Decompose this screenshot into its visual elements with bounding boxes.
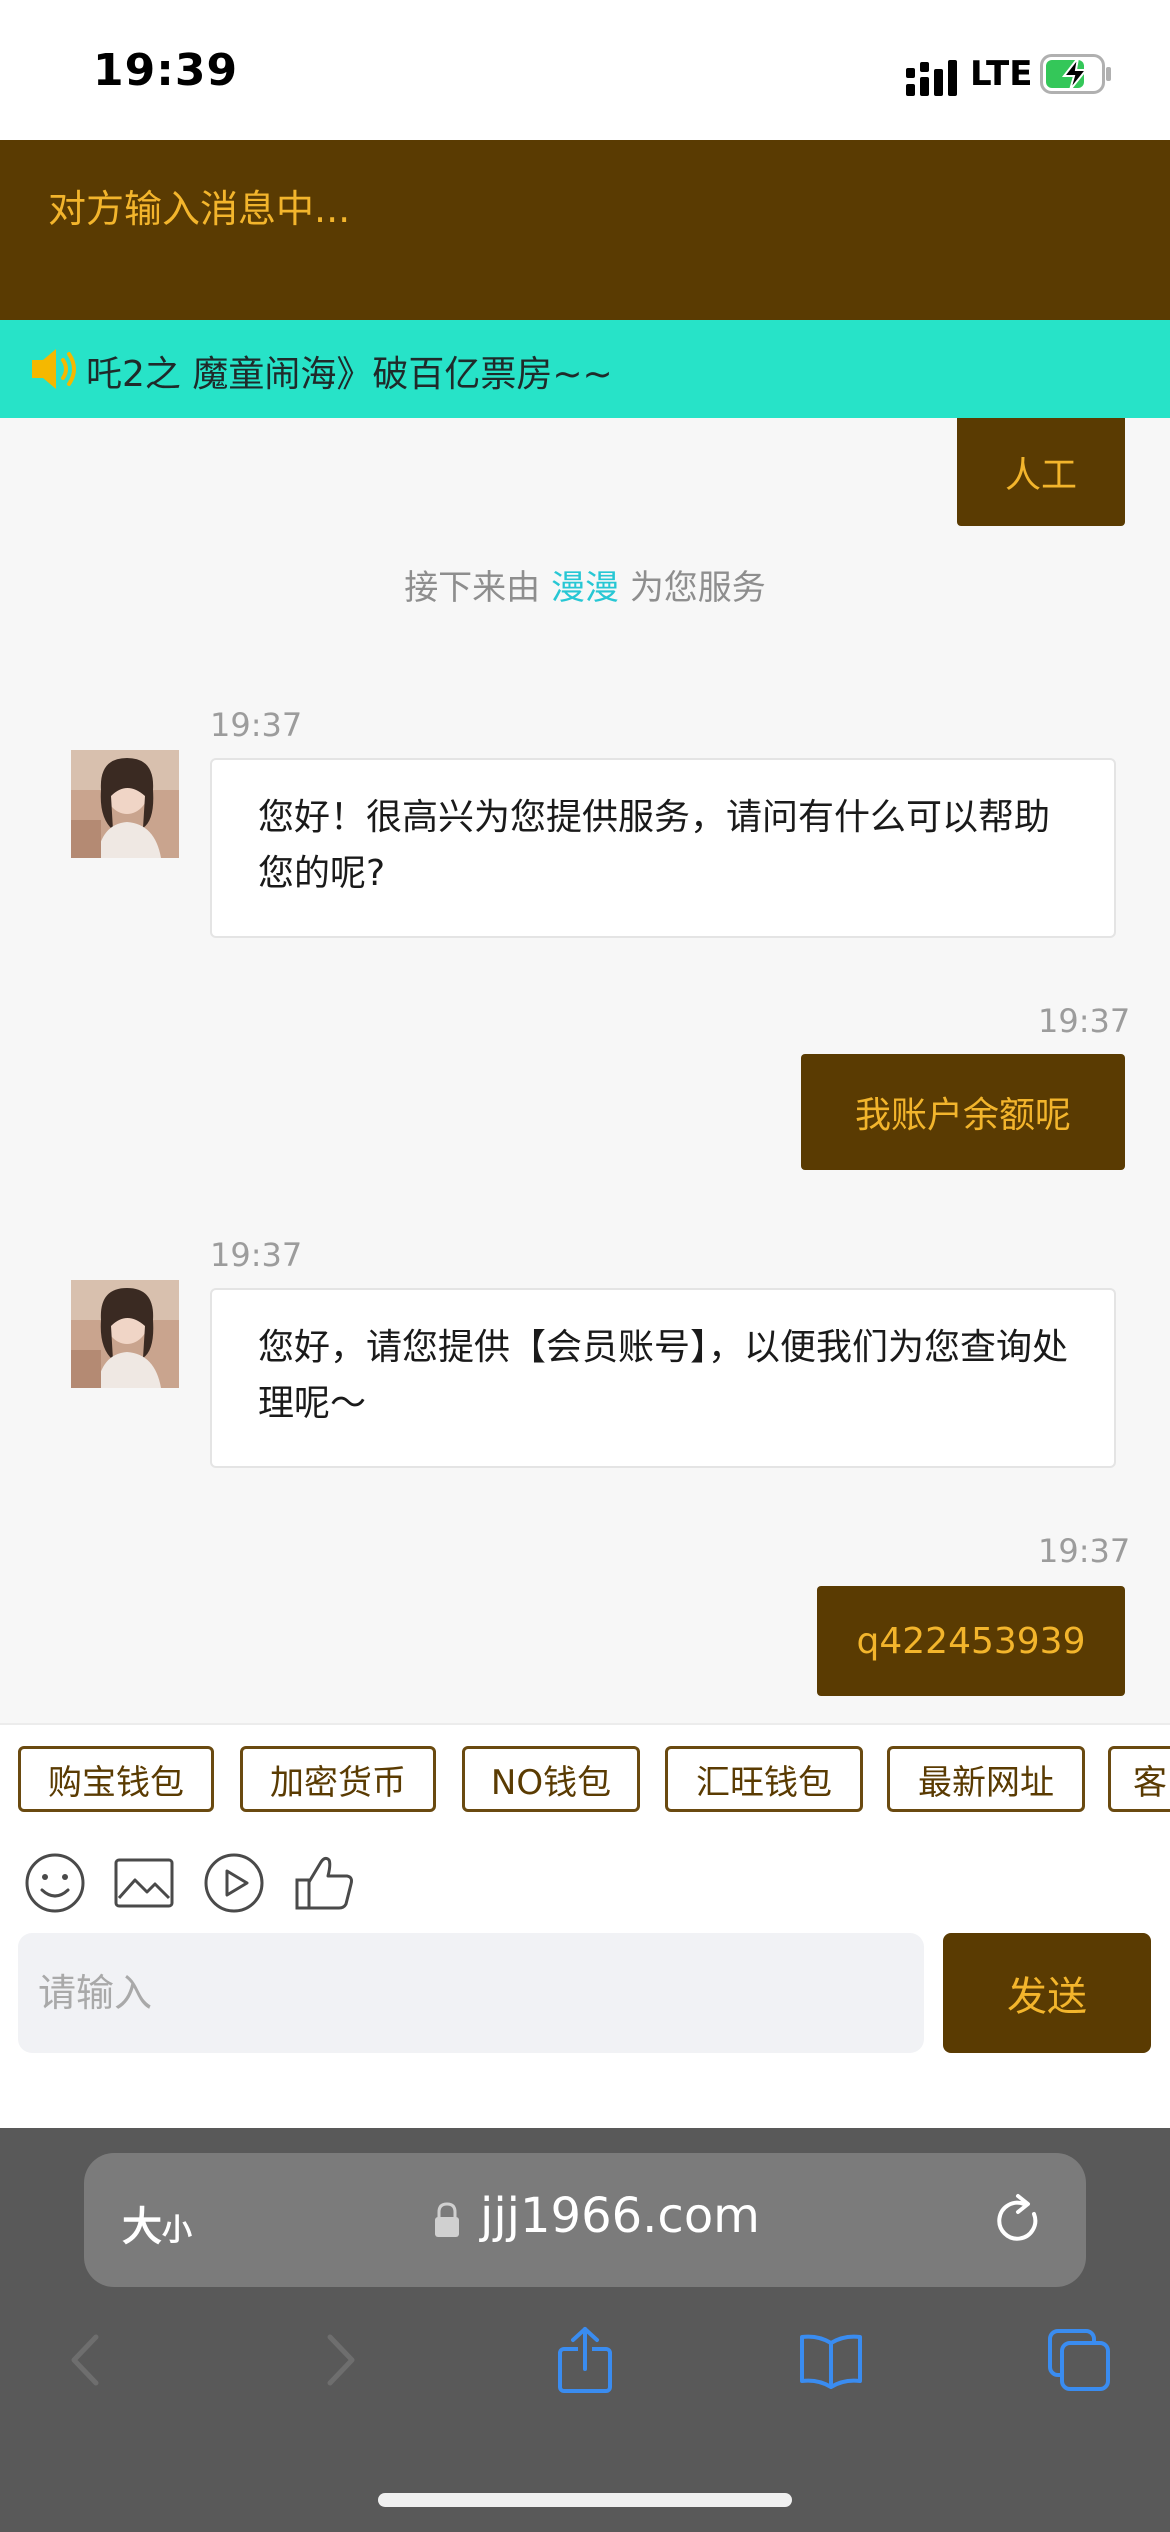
send-button[interactable]: 发送 xyxy=(943,1933,1151,2053)
quick-tag[interactable]: 客 xyxy=(1108,1746,1170,1812)
status-time: 19:39 xyxy=(93,45,239,96)
user-message-text: q422453939 xyxy=(856,1620,1086,1662)
tabs-icon[interactable] xyxy=(1044,2325,1114,2395)
image-icon[interactable] xyxy=(111,1850,177,1916)
quick-tag[interactable]: 加密货币 xyxy=(240,1746,436,1812)
user-message: 人工 xyxy=(957,418,1125,526)
notice-text: 吒2之 魔童闹海》破百亿票房~~ xyxy=(86,354,613,395)
quick-tag[interactable]: 汇旺钱包 xyxy=(665,1746,863,1812)
chat-toolbar xyxy=(0,1833,1170,1933)
bookmarks-icon[interactable] xyxy=(796,2325,866,2395)
message-timestamp: 19:37 xyxy=(1038,1002,1131,1040)
notice-marquee: 吒2之 魔童闹海》破百亿票房~~ xyxy=(0,320,1170,418)
agent-message-text: 您好，请您提供【会员账号】，以便我们为您查询处理呢～ xyxy=(258,1327,1069,1424)
quick-tag[interactable]: 最新网址 xyxy=(887,1746,1085,1812)
text-size-small: 小 xyxy=(162,2213,192,2248)
network-label: LTE xyxy=(970,54,1033,94)
system-message: 接下来由 漫漫 为您服务 xyxy=(0,560,1170,609)
quick-tag[interactable]: NO钱包 xyxy=(462,1746,640,1812)
user-message: q422453939 xyxy=(817,1586,1125,1696)
agent-message: 您好，请您提供【会员账号】，以便我们为您查询处理呢～ xyxy=(210,1288,1116,1468)
agent-message: 您好！很高兴为您提供服务，请问有什么可以帮助您的呢? xyxy=(210,758,1116,938)
message-timestamp: 19:37 xyxy=(210,706,303,744)
message-timestamp: 19:37 xyxy=(1038,1532,1131,1570)
thumbs-up-icon[interactable] xyxy=(291,1850,357,1916)
back-icon[interactable] xyxy=(52,2325,122,2395)
lock-icon xyxy=(435,2202,459,2237)
speaker-icon xyxy=(32,349,76,389)
text-size-big: 大 xyxy=(122,2204,162,2250)
agent-name: 漫漫 xyxy=(551,568,619,608)
send-button-label: 发送 xyxy=(1007,1974,1087,2020)
chat-messages[interactable]: 人工 接下来由 漫漫 为您服务 19:37 您好！很高兴为您提供服务，请问有什么… xyxy=(0,418,1170,1723)
agent-avatar xyxy=(71,750,179,858)
signal-icon xyxy=(906,60,957,96)
system-message-suffix: 为您服务 xyxy=(629,568,766,608)
quick-reply-tags: 购宝钱包 加密货币 NO钱包 汇旺钱包 最新网址 客 xyxy=(0,1723,1170,1833)
user-message-text: 人工 xyxy=(1004,455,1077,496)
status-bar: 19:39 LTE xyxy=(0,0,1170,140)
battery-charging-icon xyxy=(1040,54,1111,94)
quick-tag[interactable]: 购宝钱包 xyxy=(18,1746,214,1812)
share-icon[interactable] xyxy=(550,2325,620,2395)
agent-avatar xyxy=(71,1280,179,1388)
url-text: jjj1966.com xyxy=(480,2188,760,2244)
agent-message-text: 您好！很高兴为您提供服务，请问有什么可以帮助您的呢? xyxy=(258,797,1051,894)
emoji-icon[interactable] xyxy=(22,1850,88,1916)
home-indicator[interactable] xyxy=(378,2493,792,2507)
video-icon[interactable] xyxy=(201,1850,267,1916)
text-size-button[interactable]: 大小 xyxy=(122,2194,192,2252)
forward-icon[interactable] xyxy=(304,2325,374,2395)
message-input[interactable] xyxy=(18,1933,924,2053)
system-message-prefix: 接下来由 xyxy=(404,568,541,608)
user-message-text: 我账户余额呢 xyxy=(854,1095,1071,1136)
message-timestamp: 19:37 xyxy=(210,1236,303,1274)
typing-indicator: 对方输入消息中... xyxy=(48,187,351,231)
reload-icon[interactable] xyxy=(990,2192,1046,2248)
composer: 发送 xyxy=(0,1933,1170,2128)
user-message: 我账户余额呢 xyxy=(801,1054,1125,1170)
